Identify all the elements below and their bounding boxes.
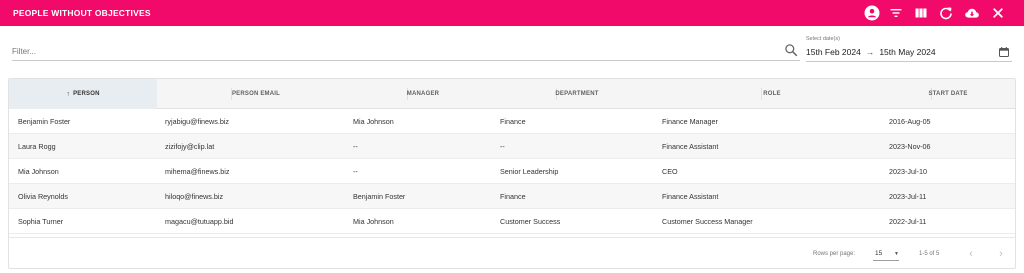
sort-ascending-icon: ↑ <box>66 90 71 98</box>
people-table: ↑ PERSON PERSON EMAIL MANAGER DEPARTMENT … <box>8 78 1016 269</box>
column-header-person-email[interactable]: PERSON EMAIL <box>157 79 355 109</box>
table-row[interactable]: Sophia Turner magacu@tutuapp.bid Mia Joh… <box>9 209 1015 234</box>
cell-start-date: 2023-Jul-11 <box>889 192 927 201</box>
cell-department: Customer Success <box>500 217 561 226</box>
rows-per-page-select[interactable]: 15 ▼ <box>873 247 899 261</box>
date-range-value[interactable]: 15th Feb 2024 → 15th May 2024 <box>806 47 936 57</box>
calendar-icon[interactable] <box>998 45 1010 57</box>
date-range-separator: → <box>865 47 875 57</box>
search-icon[interactable] <box>784 43 798 57</box>
cell-role: Customer Success Manager <box>662 217 753 226</box>
table-row[interactable]: Olivia Reynolds hiloqo@finews.biz Benjam… <box>9 184 1015 209</box>
filter-bar <box>12 40 800 61</box>
filter-underline <box>12 60 800 61</box>
table-row[interactable]: Benjamin Foster ryjabigu@finews.biz Mia … <box>9 109 1015 134</box>
cell-department: -- <box>500 142 505 151</box>
date-range-picker[interactable]: Select date(s) 15th Feb 2024 → 15th May 20… <box>806 36 1012 62</box>
filter-icon[interactable] <box>888 5 904 21</box>
cell-manager: -- <box>353 142 358 151</box>
date-range-start: 15th Feb 2024 <box>806 47 861 57</box>
cell-start-date: 2016-Aug-05 <box>889 117 931 126</box>
column-header-role[interactable]: ROLE <box>663 79 881 109</box>
cell-email: mihema@finews.biz <box>165 167 230 176</box>
rows-per-page-value: 15 <box>875 250 883 257</box>
next-page-icon[interactable]: › <box>995 248 1007 260</box>
cell-start-date: 2022-Jul-11 <box>889 217 927 226</box>
table-header: ↑ PERSON PERSON EMAIL MANAGER DEPARTMENT … <box>9 79 1015 109</box>
cell-person: Sophia Turner <box>18 217 64 226</box>
column-header-person[interactable]: ↑ PERSON <box>9 79 157 109</box>
columns-icon[interactable] <box>913 5 929 21</box>
cell-role: CEO <box>662 167 678 176</box>
table-pagination: Rows per page: 15 ▼ 1-5 of 5 ‹ › <box>9 237 1015 268</box>
previous-page-icon[interactable]: ‹ <box>965 248 977 260</box>
cell-manager: Benjamin Foster <box>353 192 406 201</box>
cell-start-date: 2023-Nov-06 <box>889 142 931 151</box>
filter-input[interactable] <box>12 44 772 58</box>
cell-email: zizifojy@clip.lat <box>165 142 215 151</box>
column-header-manager[interactable]: MANAGER <box>355 79 491 109</box>
column-header-start-date[interactable]: START DATE <box>881 79 1015 109</box>
cell-email: magacu@tutuapp.bid <box>165 217 234 226</box>
cell-person: Olivia Reynolds <box>18 192 68 201</box>
date-range-end: 15th May 2024 <box>879 47 936 57</box>
cloud-download-icon[interactable] <box>964 5 980 21</box>
cell-manager: Mia Johnson <box>353 217 394 226</box>
cell-role: Finance Assistant <box>662 192 719 201</box>
cell-department: Finance <box>500 117 526 126</box>
date-range-label: Select date(s) <box>806 36 840 42</box>
cell-role: Finance Assistant <box>662 142 719 151</box>
cell-department: Senior Leadership <box>500 167 559 176</box>
app-header: PEOPLE WITHOUT OBJECTIVES <box>0 0 1024 26</box>
date-range-underline <box>806 61 1012 62</box>
page-title: PEOPLE WITHOUT OBJECTIVES <box>13 8 151 18</box>
cell-person: Mia Johnson <box>18 167 59 176</box>
refresh-icon[interactable] <box>938 5 954 21</box>
column-header-department[interactable]: DEPARTMENT <box>491 79 663 109</box>
cell-role: Finance Manager <box>662 117 718 126</box>
cell-person: Benjamin Foster <box>18 117 71 126</box>
table-row[interactable]: Laura Rogg zizifojy@clip.lat -- -- Finan… <box>9 134 1015 159</box>
close-icon[interactable] <box>990 5 1006 21</box>
cell-manager: Mia Johnson <box>353 117 394 126</box>
chevron-down-icon: ▼ <box>894 251 899 257</box>
pagination-range: 1-5 of 5 <box>919 251 940 257</box>
cell-department: Finance <box>500 192 526 201</box>
cell-person: Laura Rogg <box>18 142 56 151</box>
cell-email: ryjabigu@finews.biz <box>165 117 230 126</box>
cell-start-date: 2023-Jul-10 <box>889 167 927 176</box>
table-row[interactable]: Mia Johnson mihema@finews.biz -- Senior … <box>9 159 1015 184</box>
rows-per-page-label: Rows per page: <box>813 251 856 257</box>
cell-manager: -- <box>353 167 358 176</box>
account-icon[interactable] <box>864 5 880 21</box>
cell-email: hiloqo@finews.biz <box>165 192 224 201</box>
